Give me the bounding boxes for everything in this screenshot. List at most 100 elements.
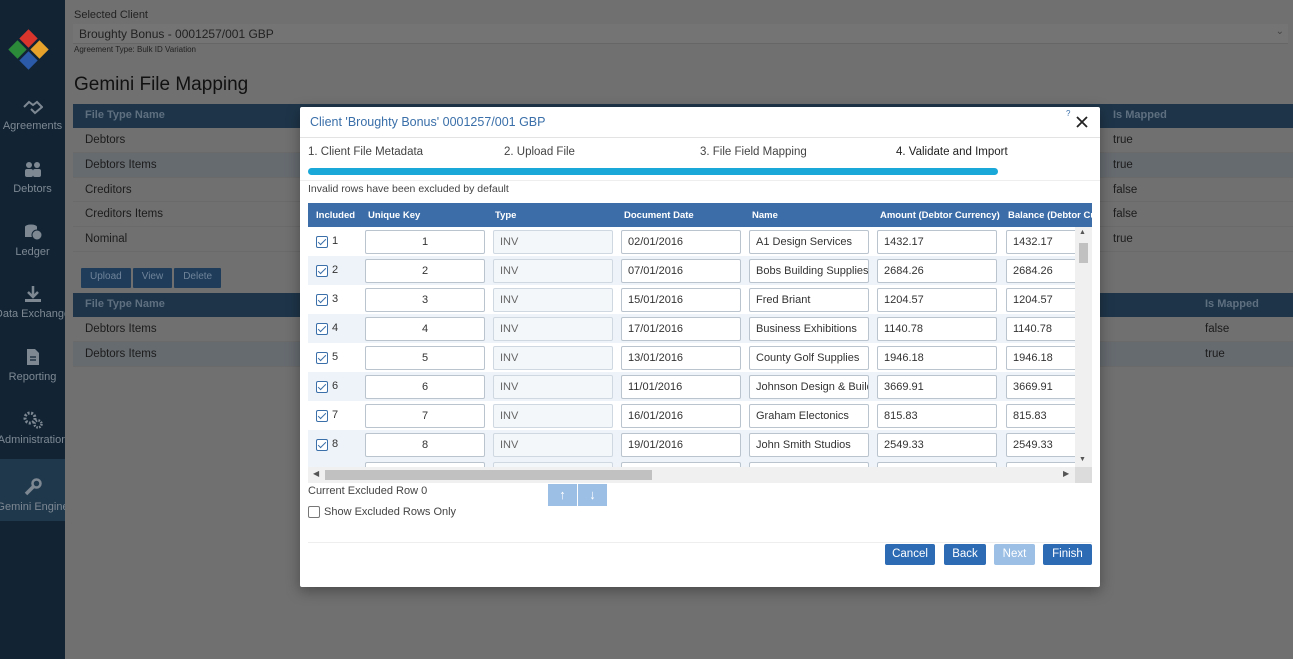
cancel-button[interactable]: Cancel [885, 544, 935, 565]
included-checkbox[interactable] [316, 294, 328, 306]
amount-field[interactable]: 1204.57 [877, 288, 997, 312]
client-select[interactable]: Broughty Bonus - 0001257/001 GBP ⌄ [73, 24, 1288, 44]
document-date-field[interactable]: 11/01/2016 [621, 375, 741, 399]
column-header-balance[interactable]: Balance (Debtor Cur [1008, 210, 1092, 221]
type-field[interactable]: INV [493, 346, 613, 370]
document-date-field[interactable]: 16/01/2016 [621, 404, 741, 428]
type-field[interactable]: INV [493, 375, 613, 399]
horizontal-scrollbar[interactable]: ◀ ▶ [308, 467, 1075, 483]
upload-button[interactable]: Upload [81, 268, 131, 288]
sidebar-item-administration[interactable]: Administration [0, 392, 67, 454]
close-button[interactable] [1076, 116, 1088, 131]
document-date-field[interactable]: 19/01/2016 [621, 433, 741, 457]
document-date-field[interactable]: 13/01/2016 [621, 346, 741, 370]
balance-field[interactable]: 1432.17 [1006, 230, 1075, 254]
column-header-unique-key[interactable]: Unique Key [368, 210, 420, 221]
included-checkbox[interactable] [316, 352, 328, 364]
previous-excluded-button[interactable]: ↑ [548, 484, 577, 506]
balance-field[interactable]: 1204.57 [1006, 288, 1075, 312]
modal-header: Client 'Broughty Bonus' 0001257/001 GBP … [300, 107, 1100, 138]
amount-field[interactable]: 2549.33 [877, 433, 997, 457]
type-field[interactable]: INV [493, 230, 613, 254]
finish-button[interactable]: Finish [1043, 544, 1092, 565]
document-date-field[interactable]: 15/01/2016 [621, 288, 741, 312]
column-header-amount[interactable]: Amount (Debtor Currency) [880, 210, 1000, 221]
included-checkbox[interactable] [316, 265, 328, 277]
show-excluded-checkbox[interactable]: Show Excluded Rows Only [308, 506, 456, 518]
document-date-field[interactable]: 02/01/2016 [621, 230, 741, 254]
balance-field[interactable]: 1946.18 [1006, 346, 1075, 370]
unique-key-field[interactable]: 7 [365, 404, 485, 428]
included-checkbox[interactable] [316, 381, 328, 393]
table-row-partial [308, 459, 1075, 467]
included-checkbox[interactable] [316, 236, 328, 248]
unique-key-field[interactable]: 5 [365, 346, 485, 370]
name-field[interactable]: County Golf Supplies [749, 346, 869, 370]
scroll-thumb[interactable] [325, 470, 652, 480]
validation-grid: Included Unique Key Type Document Date N… [308, 203, 1092, 483]
amount-field[interactable]: 2684.26 [877, 259, 997, 283]
checkbox[interactable] [308, 506, 320, 518]
sidebar-item-data-exchange[interactable]: Data Exchange [0, 266, 70, 328]
view-button[interactable]: View [132, 268, 173, 288]
type-field[interactable]: INV [493, 288, 613, 312]
help-hint[interactable]: ? [1066, 109, 1070, 118]
column-header-type[interactable]: Type [495, 210, 516, 221]
type-field[interactable]: INV [493, 259, 613, 283]
unique-key-field[interactable]: 6 [365, 375, 485, 399]
name-field[interactable]: Business Exhibitions [749, 317, 869, 341]
name-field[interactable]: Fred Briant [749, 288, 869, 312]
unique-key-field[interactable]: 2 [365, 259, 485, 283]
included-checkbox[interactable] [316, 323, 328, 335]
unique-key-field[interactable]: 3 [365, 288, 485, 312]
unique-key-field[interactable]: 4 [365, 317, 485, 341]
amount-field[interactable]: 1946.18 [877, 346, 997, 370]
name-field[interactable]: John Smith Studios [749, 433, 869, 457]
table-row: 8 8 INV 19/01/2016 John Smith Studios 2549.33… [308, 430, 1075, 459]
column-header-name[interactable]: Name [752, 210, 778, 221]
sidebar-item-gemini-engine[interactable]: Gemini Engine [0, 459, 69, 521]
sidebar-item-agreements[interactable]: Agreements [0, 78, 65, 140]
balance-field[interactable]: 1140.78 [1006, 317, 1075, 341]
name-field[interactable]: Johnson Design & Building [749, 375, 869, 399]
document-date-field[interactable]: 07/01/2016 [621, 259, 741, 283]
name-field[interactable]: A1 Design Services [749, 230, 869, 254]
balance-field[interactable]: 2549.33 [1006, 433, 1075, 457]
unique-key-field[interactable]: 8 [365, 433, 485, 457]
next-excluded-button[interactable]: ↓ [578, 484, 607, 506]
amount-field[interactable]: 1140.78 [877, 317, 997, 341]
scroll-left-icon[interactable]: ◀ [313, 469, 319, 478]
name-field[interactable]: Bobs Building Supplies [749, 259, 869, 283]
vertical-scrollbar[interactable]: ▲ ▼ [1075, 227, 1092, 467]
unique-key-field[interactable]: 1 [365, 230, 485, 254]
step-file-field-mapping: 3. File Field Mapping [700, 146, 807, 158]
column-header-document-date[interactable]: Document Date [624, 210, 694, 221]
amount-field[interactable]: 815.83 [877, 404, 997, 428]
sidebar-item-reporting[interactable]: Reporting [0, 329, 65, 391]
column-header-included[interactable]: Included [316, 210, 355, 221]
amount-field[interactable]: 3669.91 [877, 375, 997, 399]
balance-field[interactable]: 3669.91 [1006, 375, 1075, 399]
scroll-up-icon[interactable]: ▲ [1079, 229, 1086, 236]
row-number: 1 [332, 235, 339, 247]
chevron-down-icon: ⌄ [1275, 26, 1284, 37]
scroll-right-icon[interactable]: ▶ [1063, 469, 1069, 478]
amount-field[interactable]: 1432.17 [877, 230, 997, 254]
scroll-down-icon[interactable]: ▼ [1079, 456, 1086, 463]
scroll-thumb[interactable] [1079, 243, 1088, 263]
type-field[interactable]: INV [493, 317, 613, 341]
back-button[interactable]: Back [944, 544, 986, 565]
included-checkbox[interactable] [316, 439, 328, 451]
included-checkbox[interactable] [316, 410, 328, 422]
document-date-field[interactable]: 17/01/2016 [621, 317, 741, 341]
row-number: 5 [332, 351, 339, 363]
sidebar-item-debtors[interactable]: Debtors [0, 141, 65, 203]
delete-button[interactable]: Delete [174, 268, 222, 288]
next-button[interactable]: Next [994, 544, 1035, 565]
type-field[interactable]: INV [493, 404, 613, 428]
balance-field[interactable]: 815.83 [1006, 404, 1075, 428]
type-field[interactable]: INV [493, 433, 613, 457]
balance-field[interactable]: 2684.26 [1006, 259, 1075, 283]
sidebar-item-ledger[interactable]: Ledger [0, 204, 65, 266]
name-field[interactable]: Graham Electonics [749, 404, 869, 428]
